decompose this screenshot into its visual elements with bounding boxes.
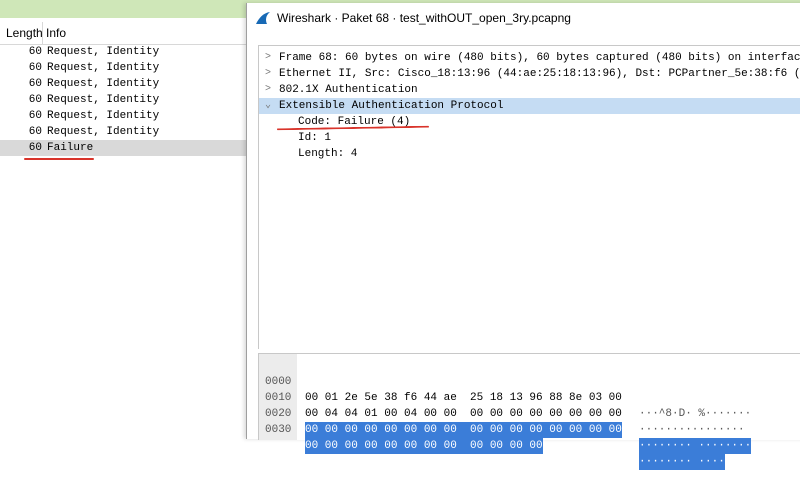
chevron-right-icon[interactable]: > (261, 82, 275, 98)
packet-length: 60 (28, 78, 42, 90)
window-titlebar[interactable]: Wireshark · Paket 68 · test_withOUT_open… (247, 3, 800, 33)
packet-row[interactable]: 60 Request, Identity (0, 92, 246, 108)
tree-item-eap[interactable]: ⌄ Extensible Authentication Protocol (259, 98, 800, 114)
window-title: Wireshark · Paket 68 · test_withOUT_open… (277, 11, 571, 25)
hex-ascii: ········ ········ (639, 438, 752, 454)
tree-item-8021x[interactable]: > 802.1X Authentication (259, 82, 800, 98)
packet-info: Request, Identity (47, 126, 160, 138)
hex-ascii: ················ (639, 424, 745, 436)
packet-row[interactable]: 60 Request, Identity (0, 76, 246, 92)
packet-length: 60 (28, 110, 42, 122)
hex-ascii: ········ ···· (639, 454, 725, 470)
packet-bytes-pane: 0000 00 01 2e 5e 38 f6 44 ae 25 18 13 96… (258, 353, 800, 470)
packet-row[interactable]: 60 Request, Identity (0, 60, 246, 76)
packet-info: Request, Identity (47, 46, 160, 58)
column-header-length[interactable]: Length (6, 22, 43, 44)
hex-row[interactable]: 0010 00 04 04 01 00 04 00 00 00 00 00 00… (259, 374, 745, 436)
packet-length: 60 (28, 46, 42, 58)
hex-ascii: ···^8·D· %······· (639, 408, 752, 420)
packet-details-tree: > Frame 68: 60 bytes on wire (480 bits),… (258, 45, 800, 349)
packet-info: Request, Identity (47, 78, 160, 90)
packet-row[interactable]: 60 Request, Identity (0, 44, 246, 60)
tree-item-label: Length: 4 (298, 148, 358, 160)
hex-bytes: 00 00 00 00 00 00 00 00 00 00 00 00 (305, 438, 543, 454)
wireshark-fin-icon (256, 12, 270, 24)
tree-item-label: Frame 68: 60 bytes on wire (480 bits), 6… (279, 52, 800, 64)
hex-bytes: 00 04 04 01 00 04 00 00 00 00 00 00 00 0… (305, 408, 622, 420)
packet-list-header: Length Info (0, 22, 246, 45)
tree-item-eap-id[interactable]: Id: 1 (259, 130, 800, 146)
tree-item-frame[interactable]: > Frame 68: 60 bytes on wire (480 bits),… (259, 50, 800, 66)
hex-row[interactable]: 0030 00 00 00 00 00 00 00 00 00 00 00 00… (259, 406, 725, 470)
packet-row[interactable]: 60 Request, Identity (0, 108, 246, 124)
tree-item-eap-length[interactable]: Length: 4 (259, 146, 800, 162)
tree-item-label: Ethernet II, Src: Cisco_18:13:96 (44:ae:… (279, 68, 800, 80)
packet-length: 60 (28, 142, 42, 154)
hex-bytes: 00 01 2e 5e 38 f6 44 ae 25 18 13 96 88 8… (305, 392, 622, 404)
hex-bytes: 00 00 00 00 00 00 00 00 00 00 00 00 00 0… (305, 422, 622, 438)
packet-info: Request, Identity (47, 62, 160, 74)
packet-window: Wireshark · Paket 68 · test_withOUT_open… (246, 3, 800, 470)
chevron-down-icon[interactable]: ⌄ (261, 98, 275, 114)
packet-list: Length Info 60 Request, Identity 60 Reques… (0, 18, 246, 439)
annotation-underline-failure (24, 158, 94, 160)
hex-offset: 0030 (265, 424, 292, 436)
column-header-info[interactable]: Info (46, 22, 226, 44)
tree-item-ethernet[interactable]: > Ethernet II, Src: Cisco_18:13:96 (44:a… (259, 66, 800, 82)
chevron-right-icon[interactable]: > (261, 50, 275, 66)
hex-row[interactable]: 0000 00 01 2e 5e 38 f6 44 ae 25 18 13 96… (259, 358, 751, 420)
packet-length: 60 (28, 94, 42, 106)
packet-info: Request, Identity (47, 110, 160, 122)
packet-length: 60 (28, 126, 42, 138)
tree-item-label: 802.1X Authentication (279, 84, 418, 96)
packet-length: 60 (28, 62, 42, 74)
packet-row-selected[interactable]: 60 Failure (0, 140, 246, 156)
tree-item-label: Extensible Authentication Protocol (279, 100, 504, 112)
packet-info: Failure (47, 142, 94, 154)
packet-info: Request, Identity (47, 94, 160, 106)
packet-row[interactable]: 60 Request, Identity (0, 124, 246, 140)
tree-item-label: Id: 1 (298, 132, 332, 144)
hex-row[interactable]: 0020 00 00 00 00 00 00 00 00 00 00 00 00… (259, 390, 752, 454)
chevron-right-icon[interactable]: > (261, 66, 275, 82)
